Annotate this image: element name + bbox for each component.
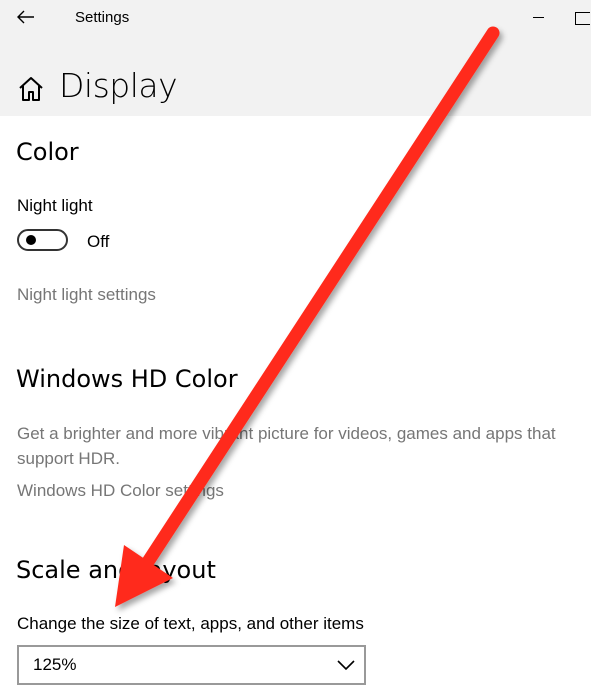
page-title: Display — [59, 66, 178, 105]
scale-dropdown[interactable]: 125% — [17, 645, 366, 685]
back-arrow-icon — [17, 10, 34, 24]
maximize-button[interactable] — [570, 3, 591, 29]
scale-layout-heading: Scale and layout — [16, 556, 216, 584]
color-heading: Color — [16, 138, 79, 166]
night-light-settings-link[interactable]: Night light settings — [17, 285, 156, 305]
hd-color-heading: Windows HD Color — [16, 365, 238, 393]
home-icon[interactable] — [17, 75, 45, 103]
app-title: Settings — [75, 9, 130, 26]
scale-dropdown-value: 125% — [33, 655, 77, 674]
annotation-arrow-shape — [115, 26, 500, 607]
title-bar: Settings Display — [0, 0, 591, 116]
hd-color-description: Get a brighter and more vibrant picture … — [17, 424, 556, 468]
night-light-label: Night light — [17, 196, 93, 215]
toggle-knob — [26, 235, 36, 245]
back-button[interactable] — [8, 2, 44, 32]
hd-color-settings-link[interactable]: Windows HD Color settings — [17, 481, 224, 501]
night-light-toggle[interactable] — [17, 229, 68, 251]
minimize-button[interactable] — [528, 3, 550, 29]
chevron-down-icon — [337, 660, 355, 671]
size-label: Change the size of text, apps, and other… — [17, 614, 364, 633]
toggle-state-label: Off — [87, 232, 110, 251]
